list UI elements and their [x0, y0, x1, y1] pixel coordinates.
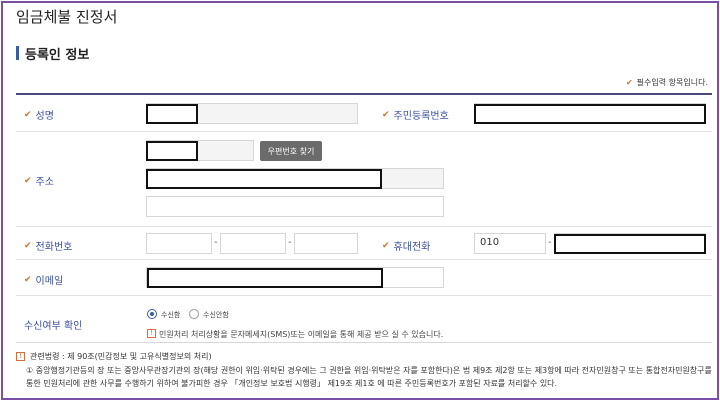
name-label: ✔ 성명	[24, 107, 54, 123]
receive-label: 수신여부 확인	[24, 321, 83, 332]
section-accent-bar	[16, 46, 19, 60]
address-redacted	[146, 169, 382, 189]
legal-notice-title: 관련법령 : 제 90조(민감정보 및 고유식별정보의 처리)	[30, 352, 212, 361]
row-name: ✔ 성명 ✔ 주민등록번호	[16, 95, 712, 132]
phone-part2-input[interactable]	[220, 233, 286, 254]
mobile-separator: -	[548, 237, 552, 248]
address-label-text: 주소	[35, 177, 54, 188]
mobile-prefix-value: 010	[480, 237, 500, 248]
address-label: ✔ 주소	[24, 173, 54, 189]
email-redacted	[147, 268, 383, 288]
required-note: ✔ 필수입력 항목입니다.	[626, 77, 708, 88]
mobile-redacted	[554, 234, 706, 254]
legal-notice-line-2: 통한 민원처리에 관한 사무를 수행하기 위하여 불가피한 경우 「개인정보 보…	[26, 379, 558, 388]
phone-separator-2: -	[288, 237, 292, 248]
mobile-label-text: 휴대전화	[393, 242, 431, 253]
check-icon: ✔	[24, 175, 32, 186]
email-label: ✔ 이메일	[24, 272, 64, 288]
row-email: ✔ 이메일	[16, 260, 712, 296]
resident-number-label-text: 주민등록번호	[393, 111, 449, 122]
row-phone: ✔ 전화번호 - - ✔ 휴대전화 010 -	[16, 227, 712, 260]
address-detail-input[interactable]	[146, 196, 444, 217]
page-title: 임금체불 진정서	[16, 8, 118, 26]
legal-notice-line-1: ① 중앙행정기관등의 장 또는 중앙사무관장기관의 장(해당 권한이 위임·위탁…	[26, 366, 712, 375]
phone-separator-1: -	[214, 237, 218, 248]
required-note-text: 필수입력 항목입니다.	[636, 78, 708, 87]
resident-number-redacted	[474, 104, 706, 124]
name-redacted	[146, 104, 198, 124]
check-icon: ✔	[24, 109, 32, 120]
info-icon: !	[16, 352, 25, 361]
phone-label: ✔ 전화번호	[24, 238, 73, 254]
receive-yes-radio[interactable]	[147, 309, 157, 319]
postcode-redacted	[146, 141, 198, 161]
receive-yes-label: 수신함	[161, 311, 181, 319]
receive-no-radio[interactable]	[189, 309, 199, 319]
postcode-search-button[interactable]: 우편번호 찾기	[260, 141, 322, 161]
registrant-form: ✔ 성명 ✔ 주민등록번호 ✔ 주소 우편번호 찾기 ✔ 전화번호 - - ✔ 휴대전화	[16, 93, 712, 343]
resident-number-label: ✔ 주민등록번호	[382, 107, 449, 123]
phone-part1-input[interactable]	[146, 233, 212, 254]
info-icon: !	[147, 329, 156, 338]
phone-part3-input[interactable]	[294, 233, 358, 254]
mobile-label: ✔ 휴대전화	[382, 238, 431, 254]
phone-label-text: 전화번호	[35, 242, 73, 253]
receive-no-label: 수신안함	[203, 311, 229, 319]
row-receive: 수신여부 확인 수신함 수신안함 ! 민원처리 처리상황을 문자메세지(SMS)…	[16, 296, 712, 344]
check-icon: ✔	[625, 78, 633, 87]
name-label-text: 성명	[35, 111, 54, 122]
section-title: 등록인 정보	[25, 48, 90, 63]
check-icon: ✔	[24, 274, 32, 285]
check-icon: ✔	[24, 240, 32, 251]
row-address: ✔ 주소 우편번호 찾기	[16, 132, 712, 227]
check-icon: ✔	[382, 240, 390, 251]
check-icon: ✔	[382, 109, 390, 120]
email-label-text: 이메일	[35, 276, 64, 287]
receive-info-text: 민원처리 처리상황을 문자메세지(SMS)또는 이메일을 통해 제공 받으 실 …	[159, 330, 444, 339]
